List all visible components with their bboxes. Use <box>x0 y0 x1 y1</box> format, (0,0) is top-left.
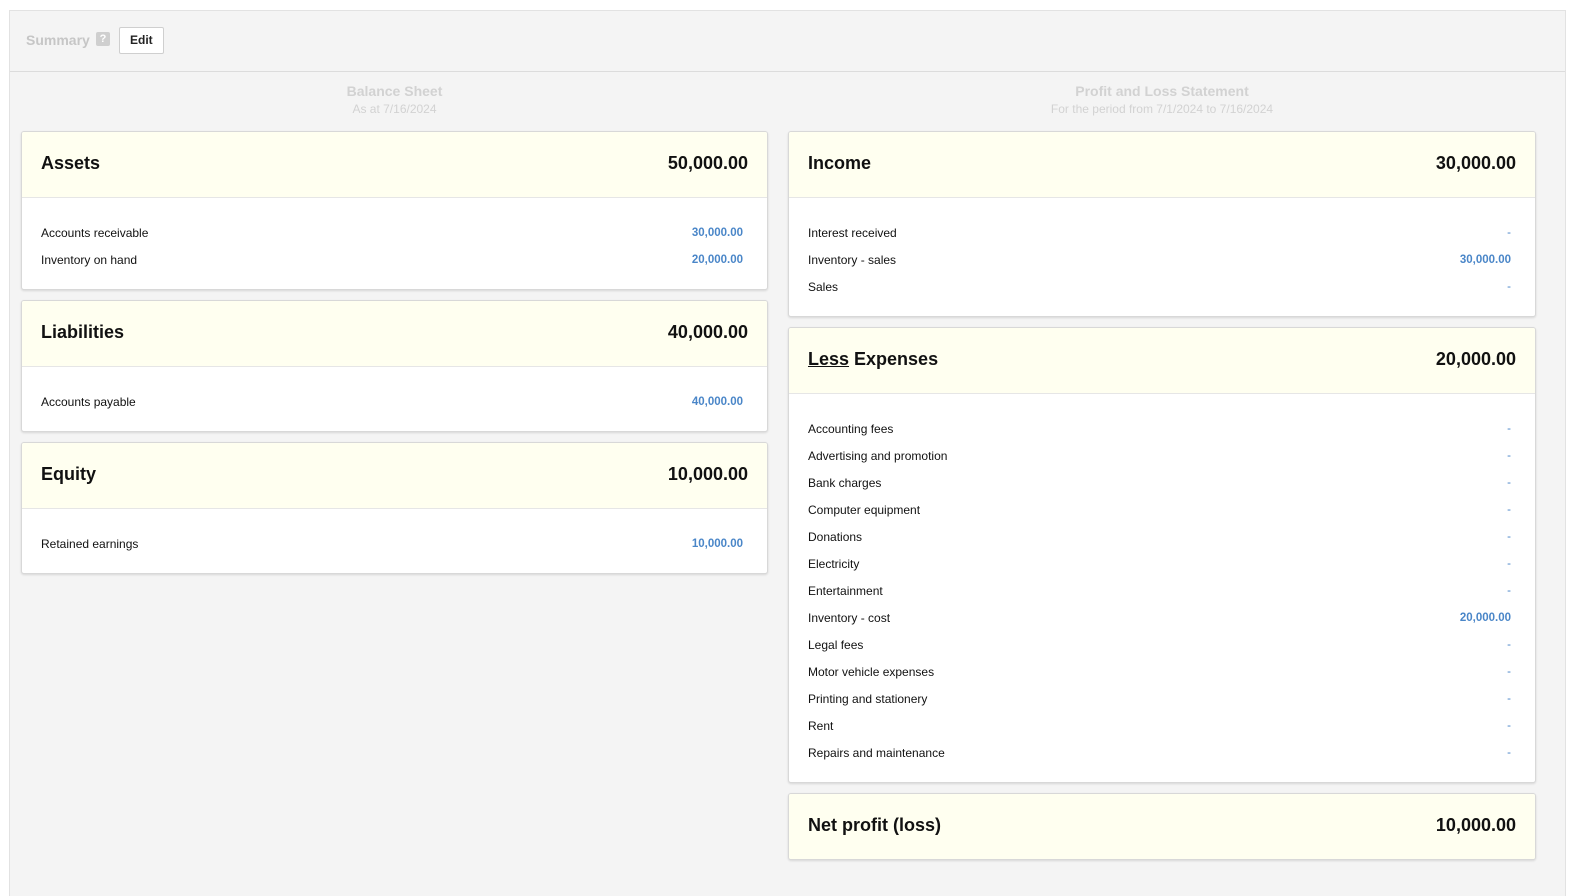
net-profit-card: Net profit (loss) 10,000.00 <box>788 793 1536 860</box>
expenses-card: Less Expenses 20,000.00 Accounting fees -… <box>788 327 1536 783</box>
list-item: Sales - <box>808 273 1511 300</box>
list-item: Motor vehicle expenses - <box>808 658 1511 685</box>
liabilities-title: Liabilities <box>41 322 125 342</box>
list-item: Bank charges - <box>808 469 1511 496</box>
net-profit-header: Net profit (loss) 10,000.00 <box>789 794 1535 859</box>
account-value-link[interactable]: - <box>1507 720 1511 732</box>
account-value-link[interactable]: - <box>1507 693 1511 705</box>
edit-button[interactable]: Edit <box>119 27 164 54</box>
balance-sheet-date: As at 7/16/2024 <box>352 102 437 116</box>
list-item: Donations - <box>808 523 1511 550</box>
income-card: Income 30,000.00 Interest received - Inven… <box>788 131 1536 317</box>
account-label: Computer equipment <box>808 502 921 517</box>
account-value-link[interactable]: - <box>1507 477 1511 489</box>
list-item: Legal fees - <box>808 631 1511 658</box>
account-label: Retained earnings <box>41 536 139 551</box>
account-value-link[interactable]: 20,000.00 <box>1460 612 1511 624</box>
equity-header: Equity 10,000.00 <box>22 443 767 509</box>
account-value-link[interactable]: 10,000.00 <box>692 538 743 550</box>
account-label: Sales <box>808 279 839 294</box>
less-label: Less <box>808 349 850 369</box>
account-label: Inventory - sales <box>808 252 897 267</box>
list-item: Interest received - <box>808 219 1511 246</box>
income-title: Income <box>808 153 872 173</box>
assets-title: Assets <box>41 153 101 173</box>
account-label: Advertising and promotion <box>808 448 948 463</box>
account-label: Inventory - cost <box>808 610 891 625</box>
account-label: Interest received <box>808 225 897 240</box>
help-icon[interactable]: ? <box>96 32 110 46</box>
list-item: Entertainment - <box>808 577 1511 604</box>
expenses-title: Less Expenses <box>808 349 938 370</box>
balance-sheet-heading: Balance Sheet As at 7/16/2024 <box>21 83 768 131</box>
expenses-header: Less Expenses 20,000.00 <box>789 328 1535 394</box>
expenses-label: Expenses <box>849 349 939 369</box>
profit-loss-period: For the period from 7/1/2024 to 7/16/202… <box>1050 102 1274 116</box>
list-item: Accounting fees - <box>808 415 1511 442</box>
account-value-link[interactable]: - <box>1507 504 1511 516</box>
account-value-link[interactable]: 30,000.00 <box>692 227 743 239</box>
account-value-link[interactable]: - <box>1507 747 1511 759</box>
equity-title: Equity <box>41 464 97 484</box>
list-item: Printing and stationery - <box>808 685 1511 712</box>
account-label: Accounts receivable <box>41 225 149 240</box>
list-item: Accounts payable 40,000.00 <box>41 388 743 415</box>
account-label: Inventory on hand <box>41 252 138 267</box>
account-value-link[interactable]: - <box>1507 227 1511 239</box>
assets-total: 50,000.00 <box>667 153 748 173</box>
profit-loss-title: Profit and Loss Statement <box>1075 83 1249 99</box>
account-label: Bank charges <box>808 475 882 490</box>
account-value-link[interactable]: 20,000.00 <box>692 254 743 266</box>
account-label: Motor vehicle expenses <box>808 664 935 679</box>
account-label: Legal fees <box>808 637 864 652</box>
assets-header: Assets 50,000.00 <box>22 132 767 198</box>
liabilities-header: Liabilities 40,000.00 <box>22 301 767 367</box>
account-label: Printing and stationery <box>808 691 928 706</box>
account-value-link[interactable]: - <box>1507 558 1511 570</box>
account-value-link[interactable]: - <box>1507 639 1511 651</box>
page-title: Summary <box>26 32 90 48</box>
account-value-link[interactable]: - <box>1507 531 1511 543</box>
assets-card: Assets 50,000.00 Accounts receivable 30,… <box>21 131 768 290</box>
account-label: Donations <box>808 529 863 544</box>
liabilities-card: Liabilities 40,000.00 Accounts payable 4… <box>21 300 768 432</box>
list-item: Electricity - <box>808 550 1511 577</box>
equity-card: Equity 10,000.00 Retained earnings 10,00… <box>21 442 768 574</box>
list-item: Rent - <box>808 712 1511 739</box>
income-total: 30,000.00 <box>1435 153 1516 173</box>
list-item: Accounts receivable 30,000.00 <box>41 219 743 246</box>
account-label: Entertainment <box>808 583 883 598</box>
account-label: Repairs and maintenance <box>808 745 945 760</box>
equity-total: 10,000.00 <box>667 464 748 484</box>
balance-sheet-title: Balance Sheet <box>346 83 443 99</box>
account-label: Rent <box>808 718 834 733</box>
profit-loss-column: Profit and Loss Statement For the period… <box>788 80 1536 870</box>
net-profit-title: Net profit (loss) <box>808 815 941 835</box>
list-item: Inventory - sales 30,000.00 <box>808 246 1511 273</box>
account-value-link[interactable]: 30,000.00 <box>1460 254 1511 266</box>
summary-toolbar: Summary ? Edit <box>10 11 1565 72</box>
account-value-link[interactable]: - <box>1507 281 1511 293</box>
income-header: Income 30,000.00 <box>789 132 1535 198</box>
list-item: Inventory - cost 20,000.00 <box>808 604 1511 631</box>
list-item: Advertising and promotion - <box>808 442 1511 469</box>
account-label: Accounting fees <box>808 421 894 436</box>
list-item: Repairs and maintenance - <box>808 739 1511 766</box>
account-value-link[interactable]: 40,000.00 <box>692 396 743 408</box>
list-item: Retained earnings 10,000.00 <box>41 530 743 557</box>
profit-loss-heading: Profit and Loss Statement For the period… <box>788 83 1536 131</box>
account-value-link[interactable]: - <box>1507 423 1511 435</box>
list-item: Inventory on hand 20,000.00 <box>41 246 743 273</box>
account-value-link[interactable]: - <box>1507 585 1511 597</box>
balance-sheet-column: Balance Sheet As at 7/16/2024 Assets 50,… <box>21 80 768 584</box>
expenses-total: 20,000.00 <box>1435 349 1516 369</box>
account-value-link[interactable]: - <box>1507 450 1511 462</box>
account-label: Accounts payable <box>41 394 136 409</box>
account-label: Electricity <box>808 556 860 571</box>
account-value-link[interactable]: - <box>1507 666 1511 678</box>
liabilities-total: 40,000.00 <box>667 322 748 342</box>
net-profit-total: 10,000.00 <box>1435 815 1516 835</box>
list-item: Computer equipment - <box>808 496 1511 523</box>
